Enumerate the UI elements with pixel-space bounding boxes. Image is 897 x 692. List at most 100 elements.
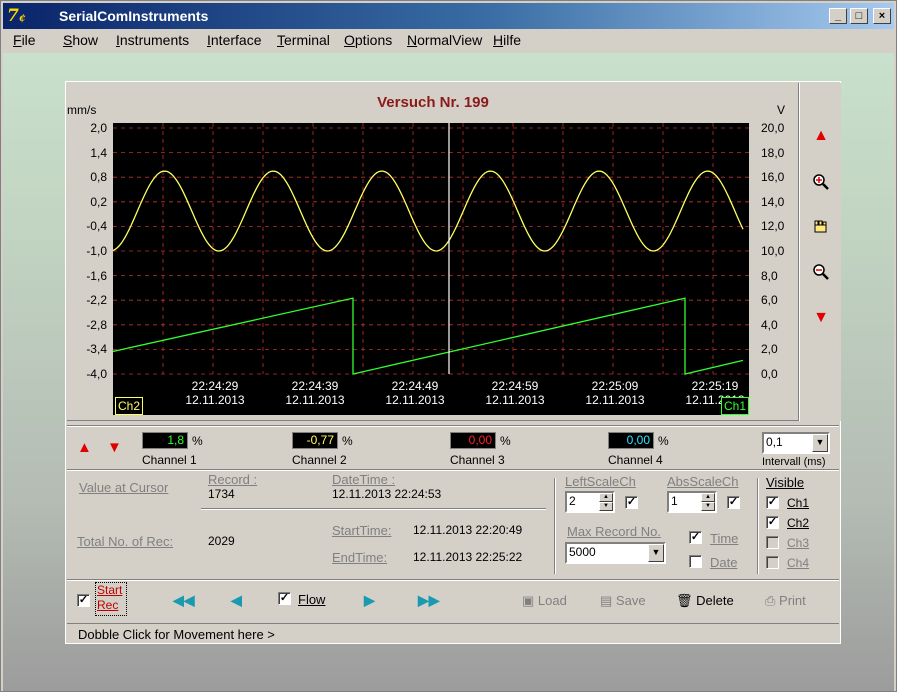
fast-forward-icon[interactable]: ▶▶: [418, 592, 440, 609]
interval-select[interactable]: 0,1 ▼: [762, 432, 830, 454]
channel-2-unit: %: [342, 434, 353, 448]
load-button[interactable]: ▣ Load: [522, 593, 567, 609]
series-ch2-line: [112, 297, 744, 375]
start-time-value: 12.11.2013 22:20:49: [413, 523, 523, 537]
max-record-value: 5000: [569, 545, 596, 559]
visible-ch1-checkbox[interactable]: ✓: [766, 496, 779, 509]
spin-down-icon[interactable]: ▼: [701, 502, 715, 511]
flow-checkbox[interactable]: ✓: [278, 592, 291, 605]
divider-3: [201, 508, 546, 510]
save-button[interactable]: ▤ Save: [600, 593, 646, 609]
date-checkbox[interactable]: [689, 555, 702, 568]
close-button[interactable]: ×: [873, 8, 891, 24]
channel-4-label: Channel 4: [608, 453, 663, 467]
scroll-up-icon[interactable]: ▲: [800, 127, 842, 145]
title-bar[interactable]: 7¢ SerialComInstruments _ □ ×: [3, 3, 894, 29]
minimize-button[interactable]: _: [829, 8, 847, 24]
channel-1-value: 1,8: [142, 432, 188, 449]
channel-3-label: Channel 3: [450, 453, 505, 467]
abs-scale-spinner[interactable]: 1 ▲ ▼: [667, 491, 717, 513]
app-icon[interactable]: 7¢: [7, 6, 29, 26]
save-label: Save: [615, 593, 646, 608]
chart-panel: Versuch Nr. 199 mm/s V 2,0 1,4 0,8 0,2 -0,4 -…: [67, 83, 799, 421]
visible-ch1-label: Ch1: [787, 496, 810, 510]
start-time-label: StartTime:: [332, 523, 392, 538]
scroll-down-icon[interactable]: ▼: [800, 309, 842, 327]
channel-1-unit: %: [192, 434, 203, 448]
left-scale-label: LeftScaleCh: [565, 474, 636, 489]
back-icon[interactable]: ◀: [231, 592, 242, 609]
chevron-down-icon[interactable]: ▼: [812, 434, 828, 452]
start-label: Start: [97, 583, 123, 597]
x-tick-label: 22:25:09 12.11.2013: [585, 379, 645, 407]
menu-file[interactable]: File: [13, 32, 36, 48]
chevron-down-icon[interactable]: ▼: [648, 544, 664, 562]
delete-button[interactable]: 🗑 Delete: [676, 593, 734, 609]
visible-ch3-label: Ch3: [787, 536, 810, 550]
left-axis-unit: mm/s: [67, 103, 97, 117]
visible-ch4-checkbox[interactable]: [766, 556, 779, 569]
menu-hilfe[interactable]: Hilfe: [493, 32, 521, 48]
channel-up-icon[interactable]: ▲: [77, 439, 92, 456]
right-tick-label: 4,0: [761, 317, 778, 332]
left-tick-label: -0,4: [86, 219, 107, 234]
left-scale-value: 2: [569, 494, 576, 508]
spin-up-icon[interactable]: ▲: [599, 493, 613, 502]
print-button[interactable]: ⎙ Print: [765, 593, 806, 609]
right-tick-label: 2,0: [761, 342, 778, 357]
right-tick-label: 8,0: [761, 268, 778, 283]
divider-2: [67, 469, 839, 471]
menu-interface[interactable]: Interface: [207, 32, 261, 48]
zoom-out-icon[interactable]: [800, 263, 842, 286]
right-tick-label: 20,0: [761, 121, 785, 135]
fast-back-icon[interactable]: ◀◀: [173, 592, 195, 609]
forward-icon[interactable]: ▶: [364, 592, 375, 609]
start-rec-button[interactable]: Start Rec: [95, 582, 127, 616]
interval-value: 0,1: [766, 435, 783, 449]
left-tick-label: -3,4: [86, 342, 107, 357]
plot-area[interactable]: 22:24:29 12.11.2013 22:24:39 12.11.2013 22:2…: [112, 123, 750, 415]
trash-icon: 🗑: [676, 593, 693, 608]
time-checkbox[interactable]: ✓: [689, 531, 702, 544]
left-channel-tag: Ch2: [115, 397, 144, 415]
right-tick-label: 18,0: [761, 145, 785, 160]
max-record-select[interactable]: 5000 ▼: [565, 542, 666, 564]
status-text: Dobble Click for Movement here >: [78, 627, 275, 642]
status-bar[interactable]: Dobble Click for Movement here >: [67, 623, 839, 643]
hand-icon[interactable]: [800, 219, 842, 240]
left-scale-checkbox[interactable]: ✓: [625, 496, 638, 509]
visible-ch3-checkbox[interactable]: [766, 536, 779, 549]
interval-label: Intervall (ms): [762, 456, 826, 468]
vertical-divider-1: [554, 478, 556, 574]
menu-normalview[interactable]: NormalView: [407, 32, 482, 48]
menu-instruments[interactable]: Instruments: [116, 32, 189, 48]
spin-down-icon[interactable]: ▼: [599, 502, 613, 511]
menu-show[interactable]: Show: [63, 32, 98, 48]
visible-ch2-checkbox[interactable]: ✓: [766, 516, 779, 529]
right-tick-label: 12,0: [761, 219, 785, 234]
chart-title: Versuch Nr. 199: [377, 94, 489, 111]
spin-up-icon[interactable]: ▲: [701, 493, 715, 502]
x-tick-label: 22:24:49 12.11.2013: [385, 379, 445, 407]
menu-options[interactable]: Options: [344, 32, 392, 48]
plot-svg: [112, 123, 749, 375]
channel-4-unit: %: [658, 434, 669, 448]
channel-down-icon[interactable]: ▼: [107, 439, 122, 456]
right-tick-label: 10,0: [761, 244, 785, 258]
x-tick-label: 22:24:39 12.11.2013: [285, 379, 345, 407]
left-tick-label: 0,2: [90, 194, 107, 209]
datetime-label: DateTime :: [332, 472, 396, 487]
start-rec-checkbox[interactable]: ✓: [77, 594, 90, 607]
abs-scale-checkbox[interactable]: ✓: [727, 496, 740, 509]
flow-label: Flow: [298, 592, 326, 607]
maximize-button[interactable]: □: [850, 8, 868, 24]
left-scale-spinner[interactable]: 2 ▲ ▼: [565, 491, 615, 513]
divider-4: [67, 579, 839, 581]
visible-ch4-label: Ch4: [787, 556, 810, 570]
printer-icon: ⎙: [765, 593, 776, 608]
menu-terminal[interactable]: Terminal: [277, 32, 330, 48]
channel-2-label: Channel 2: [292, 453, 347, 467]
zoom-in-icon[interactable]: [800, 173, 842, 196]
right-tick-label: 16,0: [761, 170, 785, 185]
chart-sidebar: ▲ ▼: [799, 83, 841, 421]
